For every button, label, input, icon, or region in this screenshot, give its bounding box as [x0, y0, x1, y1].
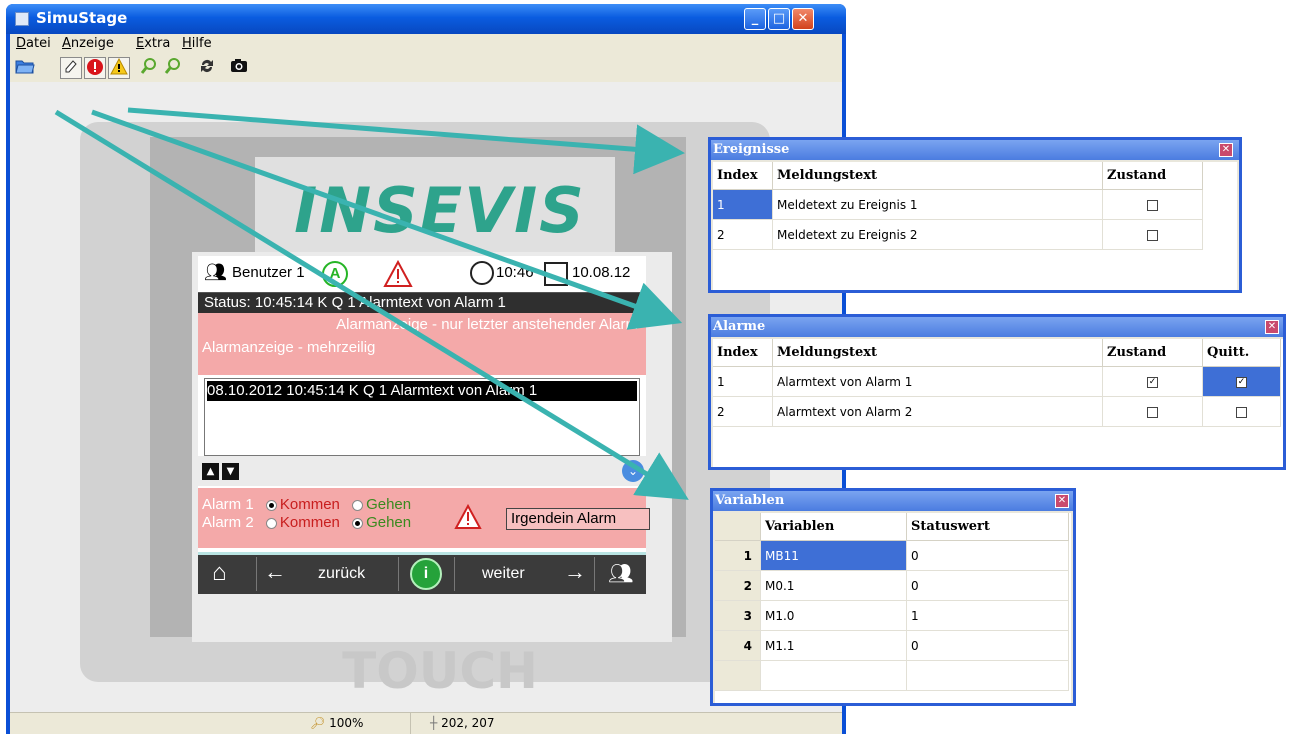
arrow-to-variablen: [54, 109, 689, 500]
annotation-arrows: [54, 107, 689, 500]
arrow-to-ereignisse: [127, 107, 685, 175]
